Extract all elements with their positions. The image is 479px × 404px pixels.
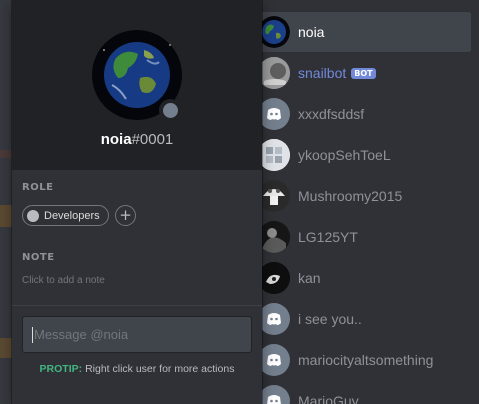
popout-header: noia#0001 bbox=[12, 0, 262, 170]
member-list-scrollbar[interactable] bbox=[471, 0, 479, 404]
discriminator-text: #0001 bbox=[131, 131, 174, 148]
member-name: MarioGuy bbox=[298, 393, 359, 404]
chat-highlight-stripe bbox=[0, 150, 12, 158]
snail-avatar bbox=[258, 57, 290, 89]
discord-default-icon bbox=[258, 385, 290, 404]
member-item-mushroomy2015[interactable]: Mushroomy2015 bbox=[254, 176, 472, 216]
mushroom-avatar bbox=[258, 180, 290, 212]
member-name: noia bbox=[298, 24, 325, 40]
roles-label: ROLE bbox=[22, 182, 54, 193]
member-name: ykoopSehToeL bbox=[298, 147, 391, 163]
note-label: NOTE bbox=[22, 252, 55, 263]
protip-label: PROTIP: bbox=[39, 363, 83, 375]
member-item-noia[interactable]: noia bbox=[254, 12, 472, 52]
profile-username[interactable]: noia#0001 bbox=[12, 131, 262, 148]
windows-logo-avatar bbox=[258, 139, 290, 171]
divider bbox=[12, 305, 262, 306]
add-role-button[interactable]: + bbox=[115, 205, 136, 226]
protip-text: PROTIP: Right click user for more action… bbox=[12, 363, 262, 375]
user-profile-popout: noia#0001 ROLE Developers + NOTE Click t… bbox=[12, 0, 262, 404]
username-text: noia bbox=[100, 131, 132, 148]
member-item-mariocityaltsomething[interactable]: mariocityaltsomething bbox=[254, 340, 472, 380]
discord-default-icon bbox=[258, 98, 290, 130]
role-name: Developers bbox=[44, 209, 100, 222]
member-name: xxxdfsddsf bbox=[298, 106, 365, 122]
message-placeholder: Message @noia bbox=[34, 327, 129, 342]
dark-drawing-avatar bbox=[258, 262, 290, 294]
role-pill-developers[interactable]: Developers bbox=[22, 205, 109, 226]
member-name: mariocityaltsomething bbox=[298, 352, 434, 368]
member-item-ykoopsehtoel[interactable]: ykoopSehToeL bbox=[254, 135, 472, 175]
earth-globe-icon bbox=[258, 16, 290, 48]
chat-mention-stripe bbox=[0, 338, 12, 358]
member-item-snailbot[interactable]: snailbot BOT bbox=[254, 53, 472, 93]
member-name: Mushroomy2015 bbox=[298, 188, 403, 204]
member-name: i see you.. bbox=[298, 311, 362, 327]
chat-mention-stripe bbox=[0, 205, 12, 227]
member-item-kan[interactable]: kan bbox=[254, 258, 472, 298]
chat-area-edge bbox=[0, 0, 12, 404]
member-item-marioguy[interactable]: MarioGuy bbox=[254, 381, 472, 404]
discord-default-icon bbox=[258, 303, 290, 335]
member-list: noia snailbot BOT xxxdfsddsf ykoopSehToe… bbox=[236, 0, 479, 404]
member-name: LG125YT bbox=[298, 229, 358, 245]
note-input[interactable]: Click to add a note bbox=[22, 275, 252, 291]
protip-message: Right click user for more actions bbox=[85, 363, 235, 375]
role-color-dot bbox=[27, 209, 39, 222]
bot-tag: BOT bbox=[351, 67, 376, 79]
member-item-xxxdfsddsf[interactable]: xxxdfsddsf bbox=[254, 94, 472, 134]
message-input[interactable]: Message @noia bbox=[22, 316, 252, 353]
dark-photo-avatar bbox=[258, 221, 290, 253]
status-offline-icon bbox=[159, 99, 181, 121]
discord-default-icon bbox=[258, 344, 290, 376]
member-name: snailbot bbox=[298, 65, 347, 81]
member-item-lg125yt[interactable]: LG125YT bbox=[254, 217, 472, 257]
member-item-i-see-you[interactable]: i see you.. bbox=[254, 299, 472, 339]
member-name: kan bbox=[298, 270, 321, 286]
text-caret bbox=[32, 326, 33, 343]
